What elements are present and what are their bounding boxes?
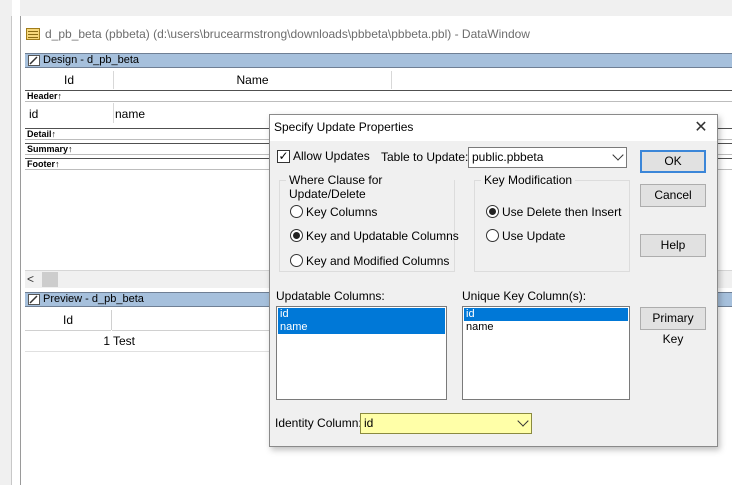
dialog-title: Specify Update Properties xyxy=(274,120,414,134)
radio-delete-insert[interactable] xyxy=(486,205,499,218)
table-to-update-select[interactable]: public.pbbeta xyxy=(468,147,627,168)
radio-use-update[interactable] xyxy=(486,229,499,242)
mdi-left-toolbar xyxy=(0,16,12,485)
window-border xyxy=(20,16,21,485)
radio-use-update-label[interactable]: Use Update xyxy=(502,229,565,243)
mdi-top-strip xyxy=(0,0,732,16)
ok-button[interactable]: OK xyxy=(640,150,706,173)
pencil-icon xyxy=(28,294,40,305)
preview-pane-title: Preview - d_pb_beta xyxy=(43,293,144,305)
identity-column-label: Identity Column: xyxy=(275,416,362,430)
list-item[interactable]: name xyxy=(278,321,445,334)
list-item[interactable]: id xyxy=(278,308,445,321)
identity-column-select[interactable]: id xyxy=(360,413,532,434)
table-to-update-value: public.pbbeta xyxy=(472,150,544,164)
unique-key-label: Unique Key Column(s): xyxy=(462,289,587,303)
row-divider xyxy=(25,351,270,352)
design-header-name[interactable]: Name xyxy=(114,71,391,89)
updatable-columns-label: Updatable Columns: xyxy=(276,289,385,303)
preview-header-id[interactable]: Id xyxy=(25,310,111,331)
table-to-update-label: Table to Update: xyxy=(381,150,469,164)
preview-cell-id[interactable]: 1 xyxy=(25,332,110,350)
where-clause-title: Where Clause for Update/Delete xyxy=(286,173,454,201)
list-item[interactable]: id xyxy=(464,308,628,321)
close-icon[interactable]: ✕ xyxy=(691,118,711,138)
help-button[interactable]: Help xyxy=(640,234,706,257)
updatable-columns-list[interactable]: id name xyxy=(276,306,447,400)
radio-key-modified-columns[interactable] xyxy=(290,254,303,267)
radio-key-updatable-label[interactable]: Key and Updatable Columns xyxy=(306,229,459,243)
radio-key-columns[interactable] xyxy=(290,205,303,218)
allow-updates-label[interactable]: Allow Updates xyxy=(293,149,370,163)
radio-key-updatable-columns[interactable] xyxy=(290,229,303,242)
header-band[interactable]: Header↑ xyxy=(25,90,732,102)
primary-key-button[interactable]: Primary Key xyxy=(640,307,706,346)
design-pane-header: Design - d_pb_beta xyxy=(25,53,732,68)
cancel-button[interactable]: Cancel xyxy=(640,184,706,207)
column-divider xyxy=(113,103,114,123)
radio-delete-insert-label[interactable]: Use Delete then Insert xyxy=(502,205,621,219)
preview-cell-name[interactable]: Test xyxy=(113,332,135,350)
allow-updates-checkbox[interactable]: ✓ xyxy=(277,150,290,163)
list-item[interactable]: name xyxy=(464,321,628,334)
datawindow-icon xyxy=(26,28,40,40)
key-modification-title: Key Modification xyxy=(481,173,576,187)
pencil-icon xyxy=(28,55,40,66)
detail-field-name[interactable]: name xyxy=(115,107,145,121)
design-header-id[interactable]: Id xyxy=(25,71,113,89)
datawindow-title-bar[interactable]: d_pb_beta (pbbeta) (d:\users\brucearmstr… xyxy=(21,22,732,46)
radio-key-modified-label[interactable]: Key and Modified Columns xyxy=(306,254,449,268)
key-modification-group: Key Modification xyxy=(474,173,630,272)
detail-field-id[interactable]: id xyxy=(29,107,38,121)
scroll-thumb[interactable] xyxy=(42,272,58,287)
chevron-down-icon xyxy=(517,415,529,427)
identity-column-value: id xyxy=(364,416,374,430)
radio-key-columns-label[interactable]: Key Columns xyxy=(306,205,377,219)
datawindow-title: d_pb_beta (pbbeta) (d:\users\brucearmstr… xyxy=(45,27,530,41)
unique-key-list[interactable]: id name xyxy=(462,306,630,400)
design-pane-title: Design - d_pb_beta xyxy=(43,54,140,66)
update-properties-dialog[interactable]: Specify Update Properties ✕ ✓ Allow Upda… xyxy=(269,114,718,447)
scroll-left-icon[interactable]: < xyxy=(27,272,34,286)
dialog-title-bar[interactable]: Specify Update Properties ✕ xyxy=(270,115,717,141)
column-divider xyxy=(391,71,392,89)
chevron-down-icon xyxy=(612,149,624,161)
